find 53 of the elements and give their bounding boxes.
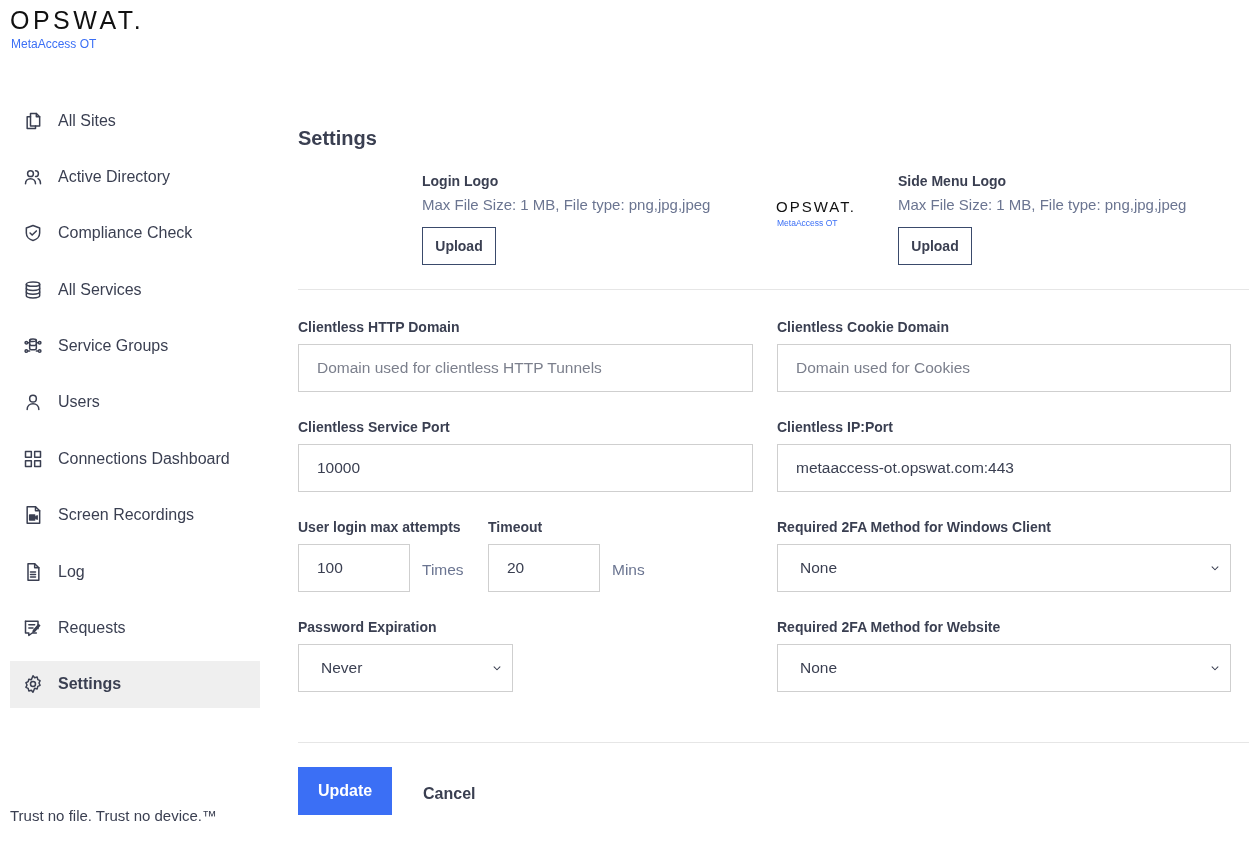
grid-icon [23,448,43,469]
sidebar-item[interactable]: Active Directory [10,153,260,201]
sidebar-item[interactable]: Compliance Check [10,209,260,257]
unit-label: Times [422,561,465,579]
edit-list-icon [23,618,43,638]
sidebar-item[interactable]: Service Groups [10,322,260,370]
field-label: Timeout [488,518,544,536]
product-name: MetaAccess OT [777,218,839,228]
page-title: Settings [298,126,378,150]
field-label: Required 2FA Method for Website [777,618,1002,636]
field-label: Clientless HTTP Domain [298,318,461,336]
database-icon [23,279,43,300]
field-label: User login max attempts [298,518,462,536]
field-label: Clientless Cookie Domain [777,318,950,336]
sidebar-item[interactable]: Screen Recordings [10,491,260,539]
section-title: Side Menu Logo [898,172,1008,190]
sidebar-item[interactable]: Requests [10,604,260,652]
unit-label: Mins [612,561,646,579]
sidebar-item[interactable]: Log [10,548,260,596]
cancel-link[interactable]: Cancel [423,784,476,803]
tagline: Trust no file. Trust no device.™ [10,807,219,824]
input-field[interactable]: Domain used for Cookies [777,344,1231,392]
section-title: Login Logo [422,172,500,190]
file-hint: Max File Size: 1 MB, File type: png,jpg,jpeg [422,196,712,213]
settings-icon [23,674,43,695]
sidebar-item[interactable]: Settings [10,660,260,708]
select-field[interactable]: None [777,644,1231,692]
product-name: MetaAccess OT [11,37,98,51]
update-button[interactable]: Update [298,767,392,815]
field-label: Clientless IP:Port [777,418,894,436]
sidebar-item[interactable]: All Services [10,266,260,314]
input-field[interactable]: Domain used for clientless HTTP Tunnels [298,344,753,392]
field-label: Clientless Service Port [298,418,451,436]
field-label: Password Expiration [298,618,438,636]
field-label: Required 2FA Method for Windows Client [777,518,1052,536]
upload-button[interactable]: Upload [898,227,972,265]
user-icon [23,392,43,413]
select-field[interactable]: Never [298,644,513,692]
sidebar-item[interactable]: Users [10,378,260,426]
upload-button[interactable]: Upload [422,227,496,265]
brand-logo: OPSWAT. [10,7,146,33]
copy-icon [23,110,43,131]
video-file-icon [23,505,43,526]
input-field[interactable]: 20 [488,544,600,592]
shield-check-icon [23,223,43,244]
brand-logo: OPSWAT. [776,199,857,215]
file-hint: Max File Size: 1 MB, File type: png,jpg,jpeg [898,196,1187,213]
input-field[interactable]: 100 [298,544,410,592]
sidebar-item[interactable]: All Sites [10,97,260,144]
select-field[interactable]: None [777,544,1231,592]
sidebar-item[interactable]: Connections Dashboard [10,435,260,483]
input-field[interactable]: 10000 [298,444,753,492]
input-field[interactable]: metaaccess-ot.opswat.com:443 [777,444,1231,492]
